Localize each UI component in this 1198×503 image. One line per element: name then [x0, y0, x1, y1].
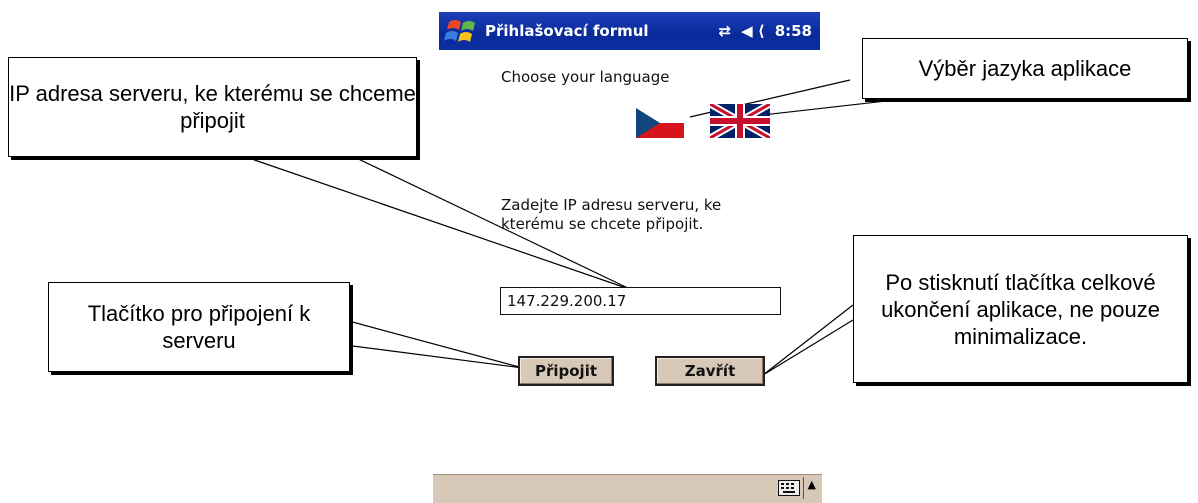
connect-button[interactable]: Připojit [518, 356, 614, 386]
callout-connect: Tlačítko pro připojení k serveru [48, 282, 350, 372]
language-label: Choose your language [501, 68, 670, 86]
clock-time[interactable]: 8:58 [775, 22, 812, 40]
sync-arrows-icon[interactable]: ⇄ [718, 22, 731, 40]
windows-start-icon[interactable] [443, 14, 479, 48]
window-title: Přihlašovací formul [485, 22, 649, 40]
divider [803, 477, 804, 499]
czech-flag-icon[interactable] [636, 108, 684, 138]
ip-prompt-text: Zadejte IP adresu serveru, ke kterému se… [501, 196, 722, 233]
bottom-menu-bar: ▲ [433, 474, 822, 503]
arrow-up-icon[interactable]: ▲ [808, 478, 816, 491]
callout-close: Po stisknutí tlačítka celkové ukončení a… [853, 235, 1188, 383]
keyboard-icon[interactable] [778, 480, 800, 496]
callout-ip-address: IP adresa serveru, ke kterému se chceme … [8, 57, 417, 157]
ip-address-input[interactable] [500, 287, 781, 315]
close-button[interactable]: Zavřít [655, 356, 765, 386]
speaker-icon[interactable]: ◀ ⟨ [741, 22, 765, 40]
uk-flag-icon[interactable] [710, 104, 770, 138]
title-bar: Přihlašovací formul ⇄ ◀ ⟨ 8:58 [439, 12, 820, 50]
callout-language: Výběr jazyka aplikace [862, 38, 1188, 99]
